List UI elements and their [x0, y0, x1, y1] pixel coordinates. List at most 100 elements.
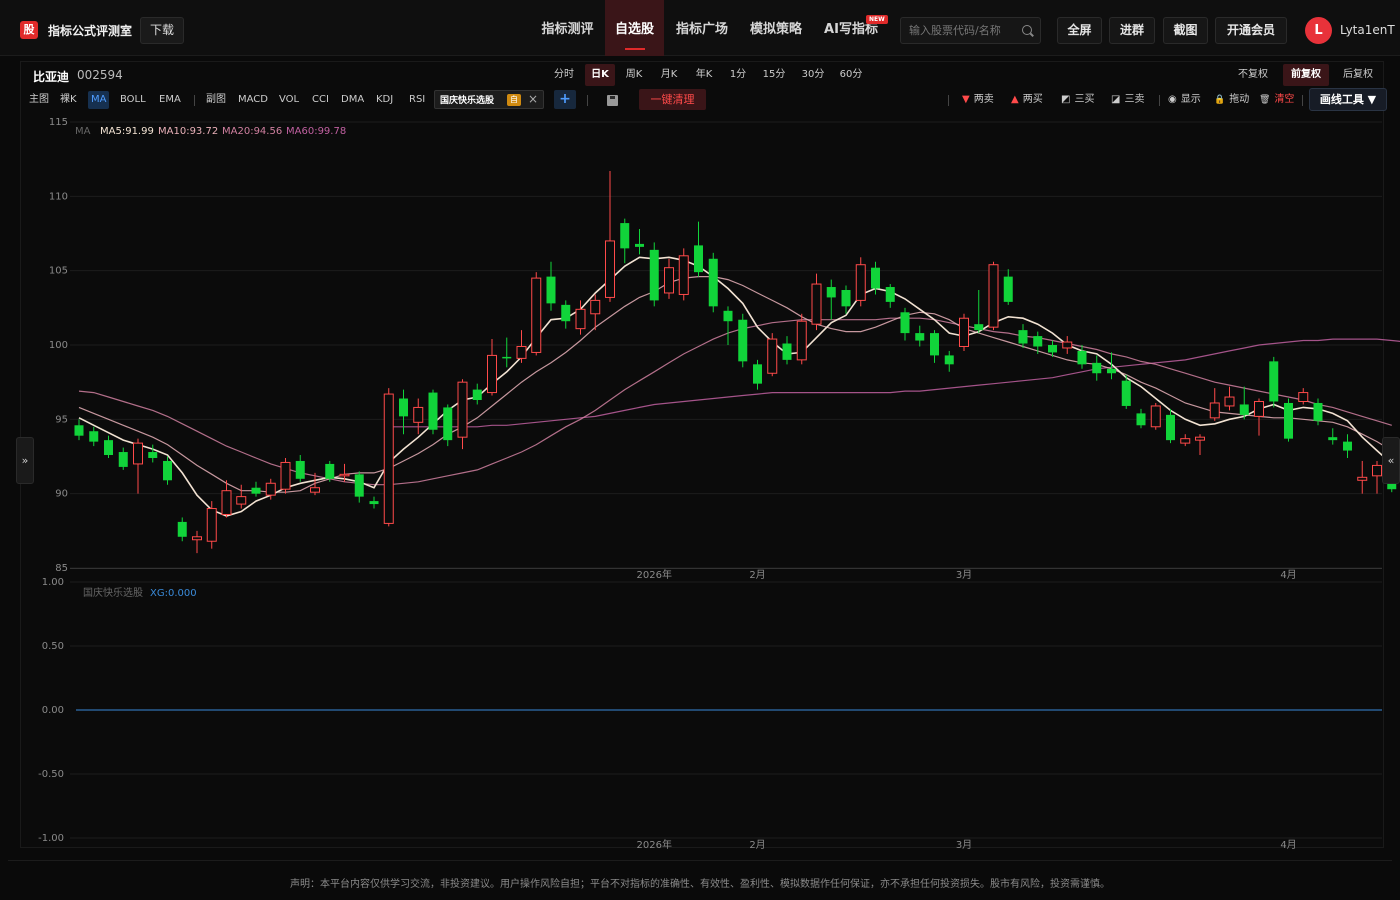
candle-body-down [915, 333, 925, 341]
y-tick-label: 105 [49, 266, 68, 277]
candle-body-down [1018, 330, 1028, 344]
candle-body-up [767, 338, 778, 374]
candle-body-up [959, 317, 969, 347]
candle-body-down [472, 389, 482, 401]
candle-body-down [1343, 441, 1352, 451]
ma5-line [78, 256, 1393, 517]
candle-body-down [930, 333, 939, 356]
candle-body-up [280, 461, 291, 490]
candle-body-down [694, 245, 703, 273]
candle-body-down [1328, 437, 1338, 441]
x-tick-label: 4月 [1280, 839, 1296, 851]
candle-body-down [399, 398, 408, 417]
candle-body-down [148, 452, 158, 458]
candle-body-down [753, 364, 762, 384]
candle-body-up [206, 508, 217, 542]
footer-divider [8, 860, 1392, 861]
candle-body-down [738, 319, 748, 362]
expand-right-panel-button[interactable]: « [1382, 437, 1400, 484]
candle-body-up [133, 442, 143, 465]
candle-body-down [1003, 276, 1013, 302]
candle-body-up [265, 482, 276, 496]
y-tick-label: 95 [55, 414, 68, 425]
candle-body-up [664, 267, 674, 294]
x-tick-label: 2月 [749, 569, 765, 581]
y-tick-label: -1.00 [38, 833, 64, 844]
candle-body-up [1357, 476, 1368, 481]
x-tick-label: 2月 [749, 839, 765, 851]
y-tick-label: 110 [49, 191, 68, 202]
candle-body-down [163, 460, 172, 481]
candle-body-up [590, 299, 601, 315]
candle-body-down [443, 407, 453, 441]
candle-body-up [516, 345, 527, 359]
candle-body-down [1313, 402, 1323, 421]
candle-body-up [1372, 464, 1382, 477]
candle-body-up [988, 264, 999, 328]
candle-body-down [782, 343, 792, 360]
candle-body-up [811, 283, 822, 325]
x-tick-label: 3月 [956, 569, 972, 581]
candle-body-down [74, 425, 84, 436]
candle-body-down [974, 324, 984, 331]
candle-body-up [413, 406, 424, 423]
y-tick-label: 115 [49, 117, 68, 128]
candle-body-up [605, 240, 615, 298]
y-tick-label: 0.00 [42, 705, 64, 716]
candle-body-up [1209, 402, 1220, 419]
candle-body-up [339, 473, 350, 477]
candle-body-down [1239, 404, 1249, 415]
candle-body-down [708, 258, 718, 307]
candle-body-up [221, 490, 232, 515]
candle-body-down [635, 243, 644, 247]
x-tick-label: 2026年 [637, 838, 672, 851]
candle-body-down [1048, 345, 1057, 353]
candle-body-up [678, 255, 689, 295]
candle-body-up [1150, 405, 1161, 428]
candle-body-down [369, 501, 379, 505]
candle-body-down [89, 431, 99, 442]
candle-body-up [192, 536, 202, 541]
candle-body-down [649, 249, 659, 301]
candle-body-down [1092, 362, 1102, 374]
y-tick-label: 85 [55, 563, 68, 574]
candle-body-up [457, 381, 468, 438]
candle-body-down [826, 287, 836, 298]
candle-body-up [236, 496, 247, 505]
candle-body-down [502, 356, 512, 359]
y-tick-label: 90 [55, 489, 68, 500]
candle-body-down [841, 289, 851, 307]
candle-body-up [310, 487, 320, 493]
ma-legend-item: MA20:94.56 [222, 126, 282, 137]
candle-body-down [871, 267, 880, 289]
candle-body-down [1166, 414, 1175, 441]
candle-body-down [1136, 413, 1146, 426]
disclaimer-text: 声明：本平台内容仅供学习交流，非投资建议。用户操作风险自担；平台不对指标的准确性… [290, 879, 1110, 890]
sub-legend-value: XG:0.000 [150, 588, 197, 599]
kline-chart-canvas[interactable]: 115 110 105 100 95 90 85 2026年 2026年 2月 2月 3月 3月 4月 4月… [0, 0, 1400, 860]
candle-body-down [354, 474, 364, 497]
candle-body-up [1062, 341, 1073, 349]
candle-body-down [251, 487, 261, 494]
candle-body-down [1269, 361, 1279, 402]
candle-body-up [796, 320, 807, 361]
candle-body-up [383, 393, 394, 524]
candle-body-down [900, 312, 910, 334]
ma-legend-item: MA60:99.78 [286, 126, 346, 137]
candle-body-down [620, 223, 630, 249]
candle-body-down [325, 463, 335, 479]
candle-body-up [1224, 396, 1235, 407]
ma-legend-item: MA10:93.72 [158, 126, 218, 137]
candle-body-down [118, 452, 128, 467]
candle-body-down [723, 310, 733, 322]
ma10-line [78, 276, 1393, 493]
candle-body-down [885, 287, 895, 302]
ma-legend-item: MA5:91.99 [100, 126, 154, 137]
candle-body-up [1195, 436, 1205, 441]
candle-body-down [177, 521, 187, 537]
expand-left-panel-button[interactable]: » [16, 437, 34, 484]
y-tick-label: 0.50 [42, 641, 64, 652]
x-tick-label: 2026年 [637, 568, 672, 581]
y-tick-label: -0.50 [38, 769, 64, 780]
y-tick-label: 100 [49, 340, 68, 351]
